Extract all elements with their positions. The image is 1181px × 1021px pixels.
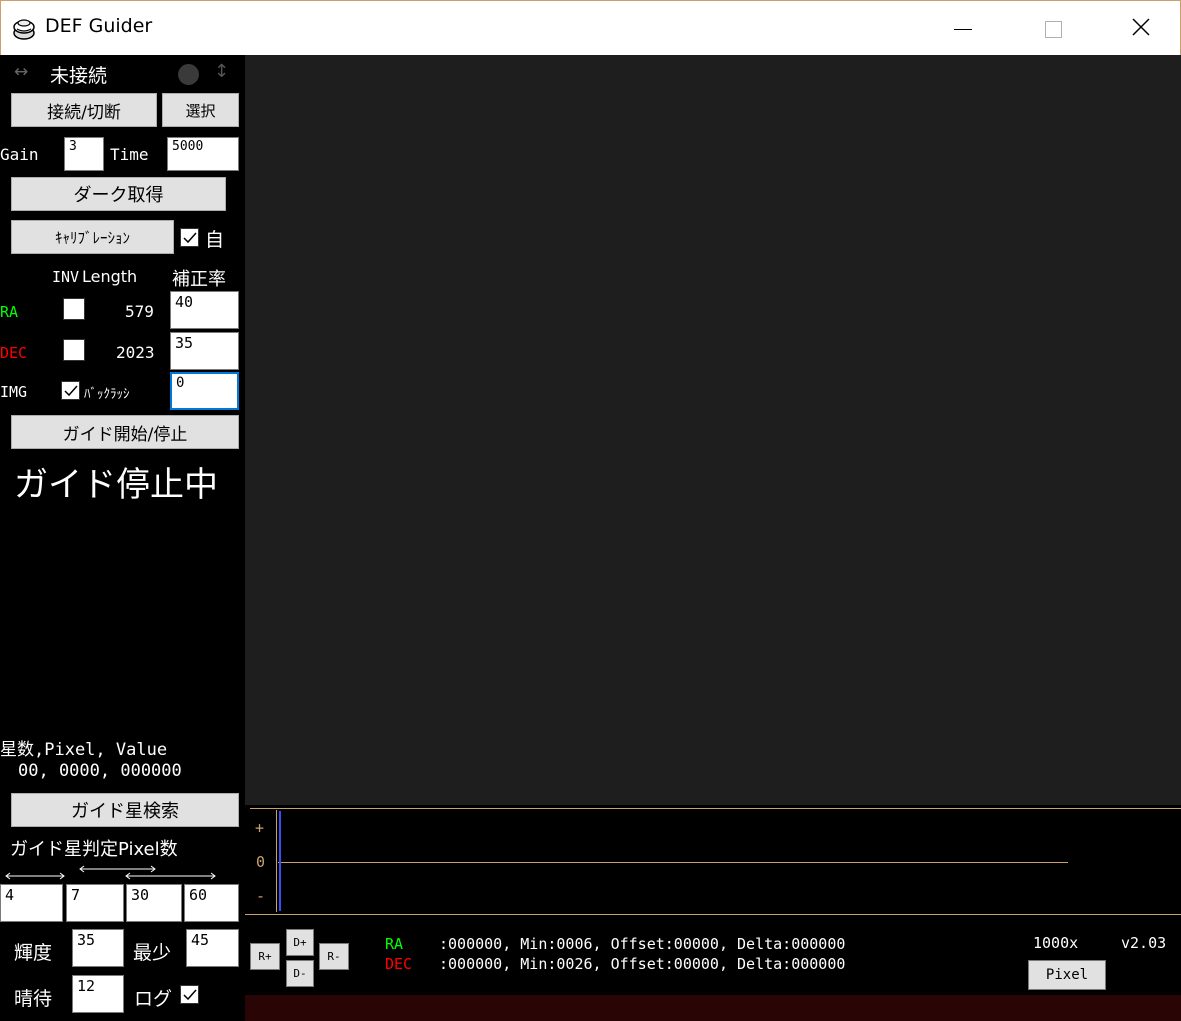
ra-length: 579 xyxy=(125,302,154,321)
ra-plus-button[interactable]: R+ xyxy=(250,943,280,970)
wait-input[interactable]: 12 xyxy=(72,975,124,1013)
pixel-range-arrows xyxy=(5,865,216,880)
guide-star-search-button[interactable]: ガイド星検索 xyxy=(11,793,239,827)
rate-header: 補正率 xyxy=(172,269,226,290)
dec-readout: :000000, Min:0026, Offset:00000, Delta:0… xyxy=(439,955,846,973)
ra-readout: :000000, Min:0006, Offset:00000, Delta:0… xyxy=(439,935,846,953)
dec-inv-checkbox[interactable] xyxy=(63,339,85,361)
star-pixel-input-4[interactable]: 60 xyxy=(184,884,239,922)
close-icon xyxy=(1131,17,1151,41)
log-checkbox[interactable] xyxy=(180,985,199,1004)
star-pixel-input-1[interactable]: 4 xyxy=(0,884,63,922)
ra-minus-button[interactable]: R- xyxy=(319,943,349,970)
star-info-header: 星数,Pixel, Value xyxy=(0,740,168,760)
minimize-button[interactable] xyxy=(933,9,993,49)
graph-zero-label: 0 xyxy=(256,853,266,871)
close-button[interactable] xyxy=(1111,9,1171,49)
gain-label: Gain xyxy=(0,145,39,164)
status-indicator-icon xyxy=(178,64,199,85)
dec-rate-input[interactable]: 35 xyxy=(170,332,239,370)
zoom-level: 1000x xyxy=(1033,934,1079,952)
control-panel: ↔ 未接続 ↕ 接続/切断 選択 Gain 3 Time 5000 ダーク取得 … xyxy=(0,55,245,1021)
footer-strip xyxy=(245,995,1181,1021)
guide-start-stop-button[interactable]: ガイド開始/停止 xyxy=(11,415,239,449)
auto-label: 自 xyxy=(205,229,225,251)
graph-zero-line xyxy=(278,862,1068,863)
dec-plus-button[interactable]: D+ xyxy=(286,929,314,956)
backlash-label: ﾊﾞｯｸﾗｯｼ xyxy=(84,387,130,402)
length-header: Length xyxy=(82,267,138,286)
time-input[interactable]: 5000 xyxy=(167,137,239,171)
maximize-icon xyxy=(1044,20,1062,38)
title-bar: DEF Guider xyxy=(0,0,1181,55)
version-label: v2.03 xyxy=(1121,934,1167,952)
star-pixel-label: ガイド星判定Pixel数 xyxy=(10,839,178,860)
brightness-input[interactable]: 35 xyxy=(72,929,124,967)
app-icon xyxy=(11,16,37,42)
brightness-label: 輝度 xyxy=(14,942,53,964)
dec-readout-label: DEC xyxy=(385,955,413,973)
ra-rate-input[interactable]: 40 xyxy=(170,291,239,329)
min-input[interactable]: 45 xyxy=(186,929,239,967)
inv-header: INV xyxy=(52,268,80,286)
img-label: IMG xyxy=(0,383,28,401)
calibration-button[interactable]: ｷｬﾘﾌﾞﾚｰｼｮﾝ xyxy=(11,220,174,254)
dec-minus-button[interactable]: D- xyxy=(286,960,314,987)
graph-left-axis xyxy=(276,810,277,912)
minimize-icon xyxy=(954,28,972,30)
connect-disconnect-button[interactable]: 接続/切断 xyxy=(11,93,157,127)
backlash-input[interactable]: 0 xyxy=(170,372,239,410)
wait-label: 晴待 xyxy=(14,988,53,1010)
graph-cursor xyxy=(279,811,281,911)
pixel-button[interactable]: Pixel xyxy=(1028,960,1106,990)
camera-image-view[interactable] xyxy=(245,55,1181,805)
guide-status: ガイド停止中 xyxy=(14,465,218,505)
time-label: Time xyxy=(110,145,149,164)
graph-top-line xyxy=(250,808,1181,809)
log-label: ログ xyxy=(134,988,173,1010)
dark-capture-button[interactable]: ダーク取得 xyxy=(11,177,226,211)
ra-label: RA xyxy=(0,303,19,321)
status-bar: D+ R+ R- D- RA :000000, Min:0006, Offset… xyxy=(245,915,1181,995)
star-info-values: 00, 0000, 000000 xyxy=(18,761,182,781)
window-title: DEF Guider xyxy=(45,15,153,37)
guide-graph: + 0 - xyxy=(245,805,1181,915)
maximize-button[interactable] xyxy=(1023,9,1083,49)
star-pixel-input-2[interactable]: 7 xyxy=(66,884,124,922)
auto-checkbox[interactable] xyxy=(180,228,199,247)
horizontal-arrow-icon: ↔ xyxy=(14,62,29,82)
connection-status: 未接続 xyxy=(50,65,108,87)
gain-input[interactable]: 3 xyxy=(64,137,104,171)
graph-minus-label: - xyxy=(256,887,266,905)
select-button[interactable]: 選択 xyxy=(162,93,239,127)
min-label: 最少 xyxy=(133,942,172,964)
img-checkbox[interactable] xyxy=(61,381,80,400)
graph-plus-label: + xyxy=(255,819,265,837)
star-pixel-input-3[interactable]: 30 xyxy=(126,884,182,922)
dec-length: 2023 xyxy=(116,343,155,362)
dec-label: DEC xyxy=(0,344,28,362)
vertical-arrow-icon: ↕ xyxy=(214,61,230,82)
ra-inv-checkbox[interactable] xyxy=(63,298,85,320)
ra-readout-label: RA xyxy=(385,935,404,953)
